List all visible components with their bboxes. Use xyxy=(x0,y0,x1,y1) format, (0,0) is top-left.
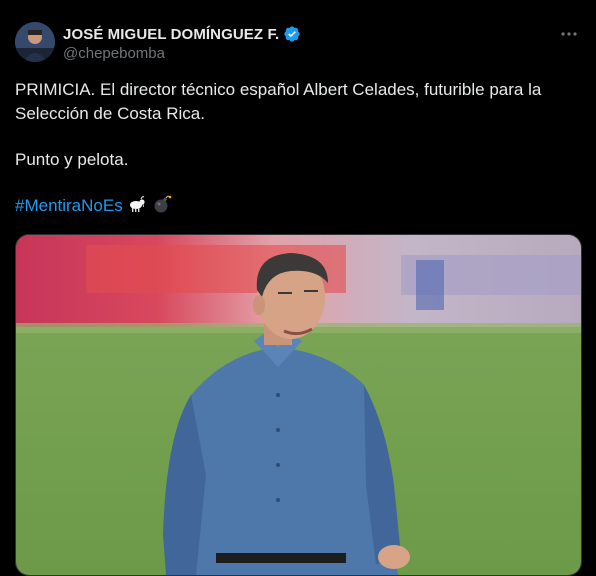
goat-emoji-icon xyxy=(130,196,146,212)
profile-photo-icon xyxy=(15,22,55,62)
more-options-button[interactable] xyxy=(556,24,582,44)
tweet-text: PRIMICIA. El director técnico español Al… xyxy=(15,78,580,218)
author-name-row[interactable]: JOSÉ MIGUEL DOMÍNGUEZ F. xyxy=(63,24,301,44)
author-handle[interactable]: @chepebomba xyxy=(63,45,165,62)
tweet-paragraph-3: #MentiraNoEs xyxy=(15,194,580,218)
tweet-paragraph-2: Punto y pelota. xyxy=(15,150,129,169)
tweet-paragraph-1: PRIMICIA. El director técnico español Al… xyxy=(15,80,542,123)
hashtag-link[interactable]: #MentiraNoEs xyxy=(15,196,123,215)
verified-badge-icon xyxy=(284,26,300,42)
avatar[interactable] xyxy=(15,22,55,62)
tweet-media-photo[interactable] xyxy=(15,234,582,576)
display-name[interactable]: JOSÉ MIGUEL DOMÍNGUEZ F. xyxy=(63,26,279,43)
ellipsis-icon xyxy=(561,32,577,36)
bomb-emoji-icon xyxy=(154,195,172,213)
coach-photo-icon xyxy=(16,235,581,575)
